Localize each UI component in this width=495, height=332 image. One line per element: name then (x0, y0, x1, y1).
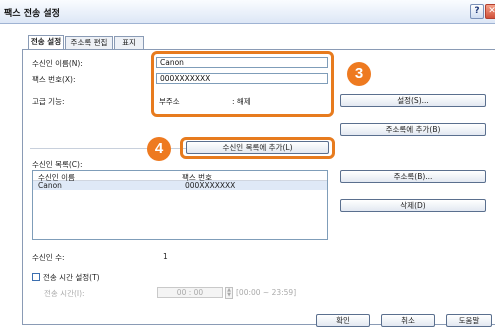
settings-button[interactable]: 설정(S)... (340, 94, 486, 107)
title-help-button[interactable]: ? (470, 4, 484, 19)
recipient-list-header: 수신인 이름 팩스 번호 (33, 171, 327, 182)
ok-button[interactable]: 확인 (316, 314, 370, 327)
recipient-fax-cell: 000XXXXXXX (185, 181, 236, 190)
fax-number-label: 팩스 번호(X): (32, 75, 76, 84)
title-bar: 팩스 전송 설정 ? ✕ (0, 0, 495, 24)
step3-badge: 3 (347, 62, 371, 86)
list-item[interactable]: Canon 000XXXXXXX (33, 181, 327, 190)
send-time-checkbox[interactable] (32, 273, 40, 281)
help-button[interactable]: 도움말 (446, 314, 492, 327)
advanced-features-label: 고급 기능: (32, 97, 65, 106)
send-time-label: 전송 시간(I): (44, 289, 85, 298)
send-time-range-hint: [00:00 ~ 23:59] (236, 288, 297, 297)
recipient-count-value: 1 (163, 252, 168, 261)
recipient-name-label: 수신인 이름(N): (32, 59, 83, 68)
window-title: 팩스 전송 설정 (4, 9, 60, 19)
cancel-button[interactable]: 취소 (381, 314, 435, 327)
recipient-count-label: 수신인 수: (32, 253, 65, 262)
recipient-list-label: 수신인 목록(C): (32, 160, 83, 169)
step4-badge: 4 (147, 137, 171, 161)
tab-edit-addressbook[interactable]: 주소록 편집 (65, 36, 113, 49)
add-to-recipient-list-button[interactable]: 수신인 목록에 추가(L) (186, 141, 329, 154)
recipient-name-cell: Canon (38, 181, 62, 190)
tab-cover-sheet[interactable]: 표지 (114, 36, 144, 49)
send-time-checkbox-label[interactable]: 전송 시간 설정(T) (43, 272, 100, 283)
add-to-addressbook-button[interactable]: 주소록에 추가(B) (340, 123, 486, 136)
recipient-list[interactable]: 수신인 이름 팩스 번호 Canon 000XXXXXXX (32, 170, 328, 240)
addressbook-button[interactable]: 주소록(B)... (340, 170, 486, 183)
close-button[interactable]: ✕ (485, 4, 495, 19)
send-time-input[interactable]: 00 : 00 (157, 287, 223, 298)
step3-highlight (151, 51, 334, 117)
delete-button[interactable]: 삭제(D) (340, 199, 486, 212)
tab-send-settings[interactable]: 전송 설정 (28, 35, 64, 49)
send-time-spinner[interactable]: ▲ ▼ (225, 287, 233, 299)
spin-down-icon[interactable]: ▼ (226, 293, 232, 298)
